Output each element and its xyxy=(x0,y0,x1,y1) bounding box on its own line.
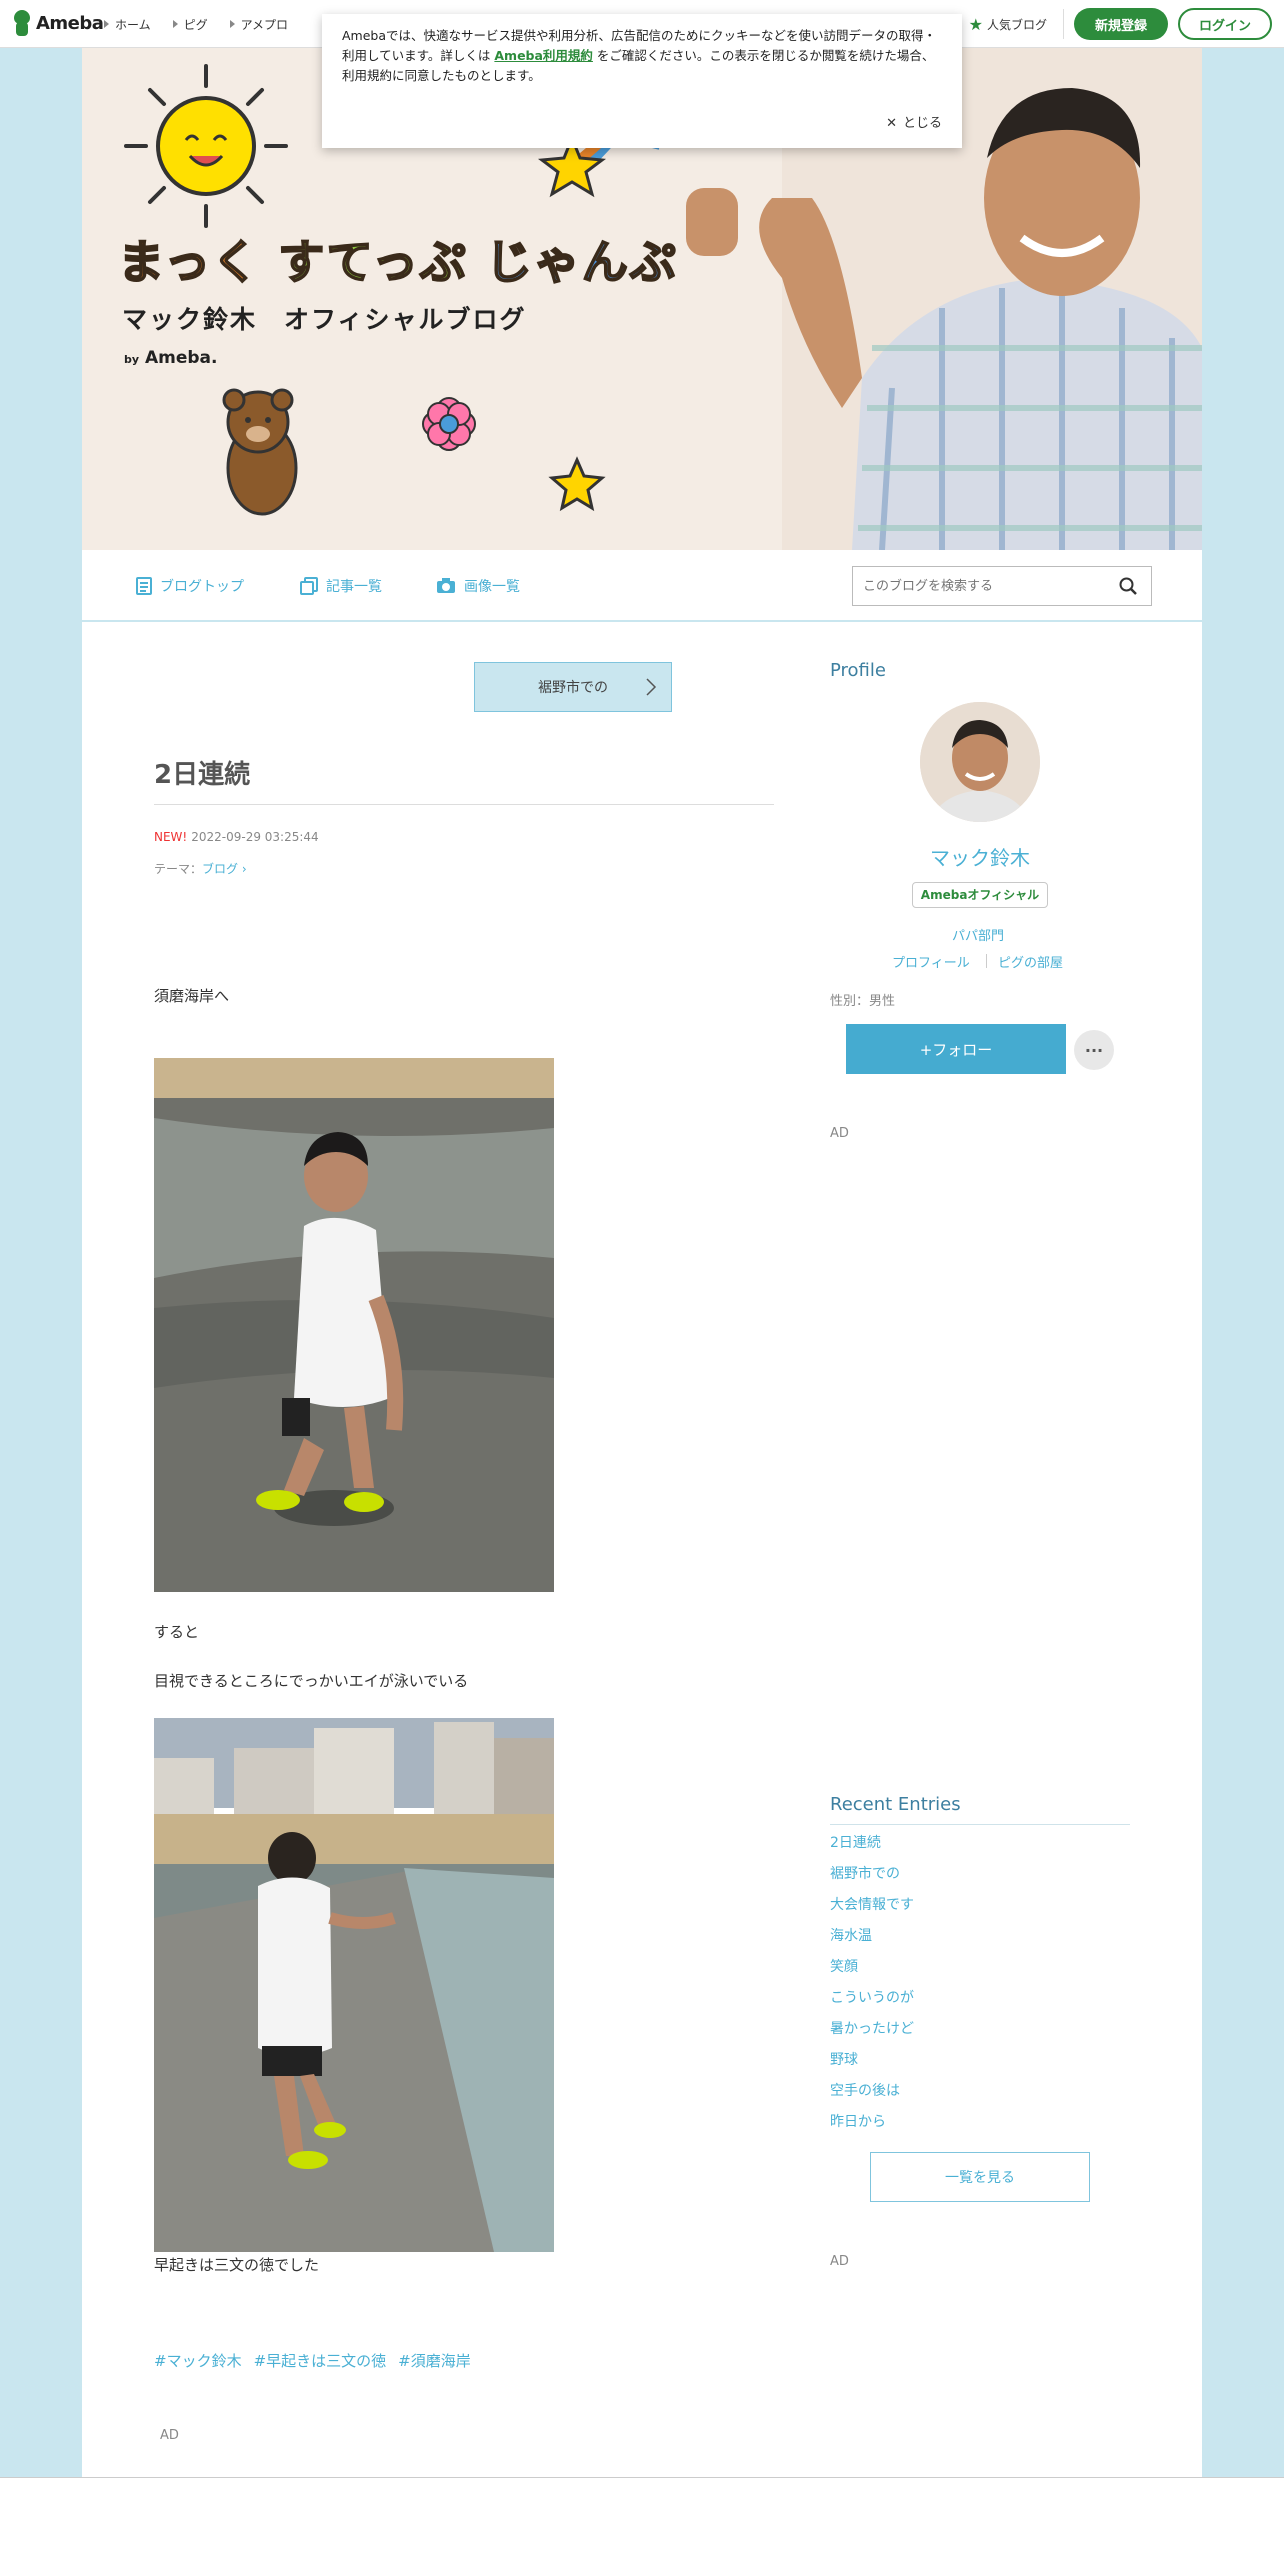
profile-link[interactable]: プロフィール xyxy=(892,952,970,971)
flower-illustration xyxy=(422,397,476,451)
banner-subtitle: マック鈴木 オフィシャルブログ xyxy=(122,305,527,334)
small-star-illustration xyxy=(548,456,606,512)
page-background-right xyxy=(1202,48,1284,2478)
banner-byline: by Ameba. xyxy=(124,348,218,368)
article-photo-boy-pier[interactable] xyxy=(154,1718,554,2252)
recent-entry-link[interactable]: こういうのが xyxy=(830,1987,914,2018)
star-icon: ★ xyxy=(968,14,983,34)
photo-beach-1 xyxy=(154,1058,554,1592)
ameba-logo[interactable]: Ameba xyxy=(12,10,104,36)
ameba-frog-icon xyxy=(12,10,32,36)
hashtag-list: #マック鈴木 #早起きは三文の徳 #須磨海岸 xyxy=(154,2350,471,2371)
recent-entry-link[interactable]: 海水温 xyxy=(830,1925,914,1956)
hashtag[interactable]: #早起きは三文の徳 xyxy=(254,2350,387,2371)
chevron-right-icon xyxy=(646,678,657,696)
recent-entries-heading: Recent Entries xyxy=(830,1794,961,1815)
article-paragraph: 早起きは三文の徳でした xyxy=(154,2256,320,2274)
popular-blogs-link[interactable]: ★ 人気ブログ xyxy=(969,9,1064,39)
category-link[interactable]: パパ部門 xyxy=(952,925,1004,944)
recent-entry-link[interactable]: 野球 xyxy=(830,2049,914,2080)
sun-illustration xyxy=(124,64,288,228)
recent-entry-link[interactable]: 昨日から xyxy=(830,2111,914,2142)
recent-entry-link[interactable]: 大会情報です xyxy=(830,1894,914,1925)
ameba-wordmark: Ameba xyxy=(36,12,104,34)
nav-pigg[interactable]: ピグ xyxy=(172,16,208,33)
recent-entry-link[interactable]: 空手の後は xyxy=(830,2080,914,2111)
close-icon: ✕ xyxy=(886,116,897,131)
nav-home[interactable]: ホーム xyxy=(104,16,151,33)
chevron-right-icon: › xyxy=(238,862,247,876)
previous-entry-button[interactable]: 裾野市での xyxy=(474,662,672,712)
recent-entry-link[interactable]: 裾野市での xyxy=(830,1863,914,1894)
article-date: NEW! 2022-09-29 03:25:44 xyxy=(154,830,319,844)
pigg-room-link[interactable]: ピグの部屋 xyxy=(998,952,1063,971)
register-button[interactable]: 新規登録 xyxy=(1074,8,1168,40)
see-all-entries-button[interactable]: 一覧を見る xyxy=(870,2152,1090,2202)
article-paragraph: 目視できるところにでっかいエイが泳いでいる xyxy=(154,1672,469,1690)
profile-name[interactable]: マック鈴木 xyxy=(830,842,1130,871)
nav-image-list[interactable]: 画像一覧 xyxy=(436,576,520,596)
recent-entry-link[interactable]: 笑顔 xyxy=(830,1956,914,1987)
nav-blog-top[interactable]: ブログトップ xyxy=(136,576,244,596)
triangle-right-icon xyxy=(172,20,178,28)
ad-label: AD xyxy=(160,2428,179,2443)
title-divider xyxy=(154,804,774,805)
login-button[interactable]: ログイン xyxy=(1178,8,1272,40)
nav-entry-list[interactable]: 記事一覧 xyxy=(300,576,382,596)
recent-entry-link[interactable]: 2日連続 xyxy=(830,1832,914,1863)
article-theme: テーマ：ブログ › xyxy=(154,862,247,876)
terms-link[interactable]: Ameba利用規約 xyxy=(494,48,593,63)
triangle-right-icon xyxy=(229,20,235,28)
recent-entry-link[interactable]: 暑かったけど xyxy=(830,2018,914,2049)
profile-avatar[interactable] xyxy=(920,702,1040,822)
pages-icon xyxy=(300,577,318,595)
banner-title: まっく すてっぷ じゃんぷ xyxy=(117,234,678,290)
blog-nav: ブログトップ 記事一覧 画像一覧 xyxy=(82,550,1202,622)
triangle-right-icon xyxy=(104,20,109,28)
ad-label: AD xyxy=(830,2254,849,2269)
search-icon[interactable] xyxy=(1119,577,1137,595)
link-separator xyxy=(986,954,987,968)
cookie-notice: Amebaでは、快適なサービス提供や利用分析、広告配信のためにクッキーなどを使い… xyxy=(322,14,962,148)
document-icon xyxy=(136,577,152,595)
recent-entries-divider xyxy=(830,1824,1130,1825)
profile-heading: Profile xyxy=(830,660,886,681)
more-options-button[interactable]: ··· xyxy=(1074,1030,1114,1070)
avatar-photo xyxy=(920,702,1040,822)
global-nav: ホーム ピグ アメプロ xyxy=(104,0,288,48)
article-photo-boy-beach[interactable] xyxy=(154,1058,554,1592)
follow-button[interactable]: +フォロー xyxy=(846,1024,1066,1074)
page-background-left xyxy=(0,48,82,2478)
article-title: 2日連続 xyxy=(154,760,251,790)
article-paragraph: 須磨海岸へ xyxy=(154,987,230,1005)
blog-search xyxy=(852,566,1152,606)
blog-search-input[interactable] xyxy=(853,567,1093,605)
theme-link[interactable]: ブログ xyxy=(202,862,238,876)
camera-icon xyxy=(437,578,455,593)
ad-label: AD xyxy=(830,1126,849,1141)
profile-gender: 性別：男性 xyxy=(830,994,896,1009)
recent-entries-list: 2日連続 裾野市での 大会情報です 海水温 笑顔 こういうのが 暑かったけど 野… xyxy=(830,1832,914,2142)
cookie-close-button[interactable]: ✕ とじる xyxy=(886,114,942,134)
hashtag[interactable]: #須磨海岸 xyxy=(398,2350,471,2371)
global-actions: ★ 人気ブログ 新規登録 ログイン xyxy=(969,0,1272,48)
photo-beach-2 xyxy=(154,1718,554,2252)
new-badge: NEW! xyxy=(154,830,188,844)
nav-amepro[interactable]: アメプロ xyxy=(229,16,288,33)
official-badge: Amebaオフィシャル xyxy=(912,882,1048,908)
footer-divider xyxy=(0,2477,1284,2478)
bear-illustration xyxy=(222,388,298,516)
article-paragraph: すると xyxy=(154,1623,200,1641)
hashtag[interactable]: #マック鈴木 xyxy=(154,2350,242,2371)
